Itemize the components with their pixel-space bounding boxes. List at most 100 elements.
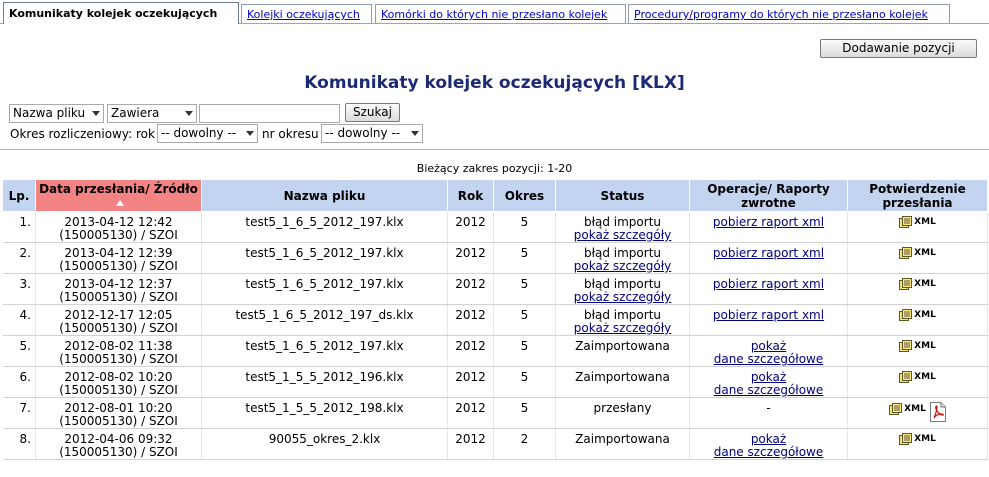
cell-lp: 4.	[2, 304, 36, 336]
xml-label: XML	[914, 217, 936, 227]
table-row: 8. 2012-04-06 09:32 (150005130) / SZOI 9005…	[2, 428, 988, 460]
xml-label: XML	[914, 434, 936, 444]
source-text: (150005130) / SZOI	[59, 414, 178, 428]
cell-lp: 3.	[2, 273, 36, 305]
tab-procedury[interactable]: Procedury/programy do których nie przesł…	[628, 4, 950, 23]
cell-file: test5_1_6_5_2012_197.klx	[201, 335, 448, 367]
year-select[interactable]: -- dowolny --	[157, 124, 258, 143]
search-input[interactable]	[199, 104, 340, 123]
column-header-file[interactable]: Nazwa pliku	[201, 179, 448, 212]
column-header-date-label: Data przesłania/ Źródło	[39, 181, 198, 196]
cell-date: 2013-04-12 12:37 (150005130) / SZOI	[35, 273, 202, 305]
xml-download[interactable]: XML	[899, 216, 936, 229]
column-header-year[interactable]: Rok	[447, 179, 494, 212]
divider	[0, 149, 989, 150]
xml-download[interactable]: XML	[899, 340, 936, 353]
cell-lp: 6.	[2, 366, 36, 398]
cell-period: 5	[493, 273, 556, 305]
details-data-link[interactable]: dane szczegółowe	[692, 353, 845, 366]
cell-period: 5	[493, 366, 556, 398]
column-header-status[interactable]: Status	[555, 179, 690, 212]
cell-period: 5	[493, 304, 556, 336]
xml-label: XML	[914, 310, 936, 320]
xml-download[interactable]: XML	[899, 433, 936, 446]
cell-status: Zaimportowana	[555, 366, 690, 398]
xml-label: XML	[914, 372, 936, 382]
xml-file-icon	[899, 309, 913, 322]
tab-kolejki[interactable]: Kolejki oczekujących	[241, 4, 372, 23]
cell-confirmation: XML	[847, 397, 988, 429]
period-select[interactable]: -- dowolny --	[321, 124, 423, 143]
pdf-file-icon[interactable]	[929, 402, 946, 422]
show-details-link[interactable]: pokaż szczegóły	[558, 291, 687, 304]
operation-link[interactable]: pobierz raport xml	[692, 278, 845, 291]
cell-date: 2013-04-12 12:39 (150005130) / SZOI	[35, 242, 202, 274]
column-header-period[interactable]: Okres	[493, 179, 556, 212]
table-row: 1. 2013-04-12 12:42 (150005130) / SZOI test…	[2, 211, 988, 243]
cell-period: 5	[493, 397, 556, 429]
xml-download[interactable]: XML	[899, 309, 936, 322]
source-text: (150005130) / SZOI	[59, 352, 178, 366]
xml-download[interactable]: XML	[889, 402, 926, 416]
cell-lp: 2.	[2, 242, 36, 274]
cell-confirmation: XML	[847, 366, 988, 398]
cell-period: 5	[493, 335, 556, 367]
xml-download[interactable]: XML	[899, 371, 936, 384]
cell-operations: -	[689, 397, 848, 429]
xml-file-icon	[899, 340, 913, 353]
cell-operations: pokaż dane szczegółowe	[689, 366, 848, 398]
show-details-link[interactable]: pokaż szczegóły	[558, 260, 687, 273]
cell-operations: pokaż dane szczegółowe	[689, 428, 848, 460]
xml-download[interactable]: XML	[899, 247, 936, 260]
xml-label: XML	[914, 248, 936, 258]
xml-file-icon	[889, 402, 903, 416]
cell-operations: pobierz raport xml	[689, 242, 848, 274]
cell-status: Zaimportowana	[555, 428, 690, 460]
table-row: 7. 2012-08-01 10:20 (150005130) / SZOI test…	[2, 397, 988, 429]
search-mode-select[interactable]: Zawiera	[107, 104, 197, 123]
cell-date: 2012-12-17 12:05 (150005130) / SZOI	[35, 304, 202, 336]
range-info: Bieżący zakres pozycji: 1-20	[416, 162, 573, 175]
details-data-link[interactable]: dane szczegółowe	[692, 446, 845, 459]
cell-date: 2012-08-02 10:20 (150005130) / SZOI	[35, 366, 202, 398]
status-text: Zaimportowana	[575, 339, 670, 353]
xml-download[interactable]: XML	[899, 278, 936, 291]
search-field-select[interactable]: Nazwa pliku	[9, 104, 104, 123]
tab-komunikaty[interactable]: Komunikaty kolejek oczekujących	[3, 2, 239, 24]
table-row: 4. 2012-12-17 12:05 (150005130) / SZOI test…	[2, 304, 988, 336]
cell-confirmation: XML	[847, 335, 988, 367]
cell-period: 5	[493, 211, 556, 243]
cell-date: 2013-04-12 12:42 (150005130) / SZOI	[35, 211, 202, 243]
cell-file: test5_1_5_5_2012_198.klx	[201, 397, 448, 429]
xml-label: XML	[904, 403, 926, 414]
cell-year: 2012	[447, 335, 494, 367]
status-text: Zaimportowana	[575, 432, 670, 446]
cell-status: błąd importu pokaż szczegóły	[555, 273, 690, 305]
show-details-link[interactable]: pokaż szczegóły	[558, 322, 687, 335]
year-select-value: -- dowolny --	[161, 126, 237, 140]
add-position-button[interactable]: Dodawanie pozycji	[820, 39, 977, 58]
tab-komorki[interactable]: Komórki do których nie przesłano kolejek	[375, 4, 626, 23]
cell-period: 2	[493, 428, 556, 460]
details-data-link[interactable]: dane szczegółowe	[692, 384, 845, 397]
cell-year: 2012	[447, 273, 494, 305]
operation-link[interactable]: pobierz raport xml	[692, 309, 845, 322]
cell-year: 2012	[447, 428, 494, 460]
period-year-label: Okres rozliczeniowy: rok	[10, 127, 155, 141]
column-header-confirmation: Potwierdzenie przesłania	[847, 179, 988, 212]
cell-date: 2012-08-01 10:20 (150005130) / SZOI	[35, 397, 202, 429]
operation-link[interactable]: pobierz raport xml	[692, 247, 845, 260]
table-row: 3. 2013-04-12 12:37 (150005130) / SZOI test…	[2, 273, 988, 305]
cell-lp: 5.	[2, 335, 36, 367]
search-button[interactable]: Szukaj	[345, 103, 400, 122]
cell-lp: 8.	[2, 428, 36, 460]
column-header-date[interactable]: Data przesłania/ Źródło	[35, 179, 202, 212]
table-header-row: Lp. Data przesłania/ Źródło Nazwa pliku …	[2, 179, 988, 212]
table-row: 2. 2013-04-12 12:39 (150005130) / SZOI test…	[2, 242, 988, 274]
show-details-link[interactable]: pokaż szczegóły	[558, 229, 687, 242]
cell-lp: 1.	[2, 211, 36, 243]
tab-bar: Komunikaty kolejek oczekujących Kolejki …	[0, 0, 989, 24]
operation-link[interactable]: pobierz raport xml	[692, 216, 845, 229]
xml-file-icon	[899, 433, 913, 446]
cell-year: 2012	[447, 211, 494, 243]
